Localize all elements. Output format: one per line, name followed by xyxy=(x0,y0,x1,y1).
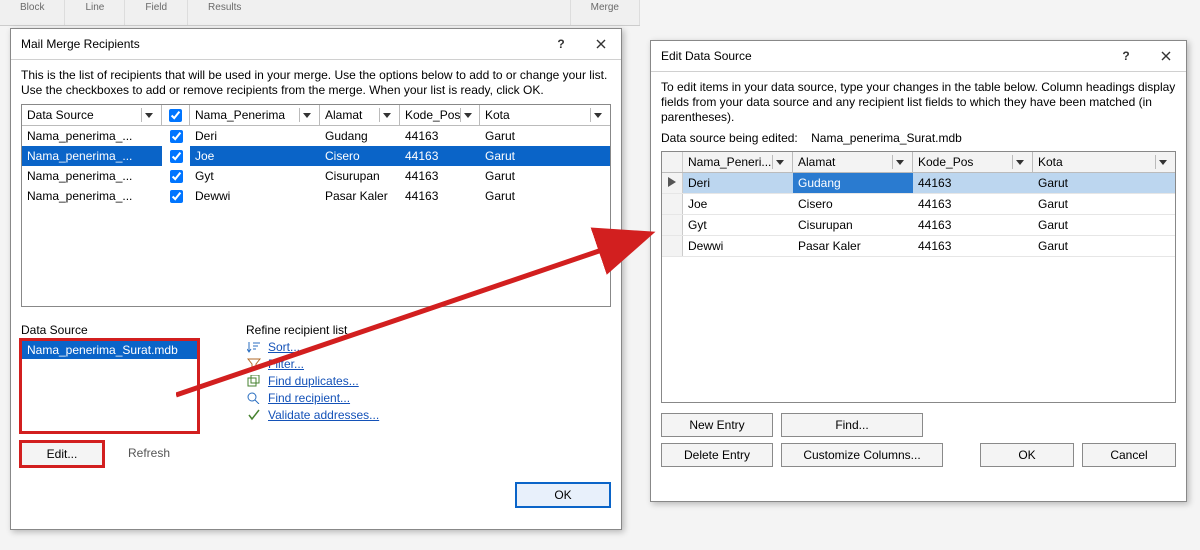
find-icon xyxy=(246,391,262,405)
chevron-down-icon[interactable] xyxy=(1012,155,1027,169)
chevron-down-icon[interactable] xyxy=(772,155,787,169)
table-row[interactable]: JoeCisero44163Garut xyxy=(662,194,1175,215)
delete-entry-button[interactable]: Delete Entry xyxy=(661,443,773,467)
col-kota[interactable]: Kota xyxy=(480,105,610,125)
chevron-down-icon[interactable] xyxy=(299,108,314,122)
find-button[interactable]: Find... xyxy=(781,413,923,437)
duplicates-icon xyxy=(246,374,262,388)
chevron-down-icon[interactable] xyxy=(590,108,605,122)
data-source-list[interactable]: Nama_penerima_Surat.mdb xyxy=(21,340,198,432)
table-row[interactable]: DewwiPasar Kaler44163Garut xyxy=(662,236,1175,257)
close-button[interactable] xyxy=(1146,41,1186,71)
data-source-edited-label: Data source being edited: xyxy=(661,131,798,145)
data-source-item[interactable]: Nama_penerima_Surat.mdb xyxy=(22,341,197,359)
col-alamat[interactable]: Alamat xyxy=(320,105,400,125)
new-entry-button[interactable]: New Entry xyxy=(661,413,773,437)
ribbon-stub: Block Line Field Results Merge xyxy=(0,0,640,26)
dialog-title: Mail Merge Recipients xyxy=(11,37,541,51)
help-button[interactable]: ? xyxy=(541,29,581,59)
row-checkbox[interactable] xyxy=(170,150,183,163)
sort-icon xyxy=(246,340,262,354)
sort-link[interactable]: Sort... xyxy=(268,340,300,354)
table-row[interactable]: Nama_penerima_...JoeCisero44163Garut xyxy=(22,146,610,166)
col-alamat[interactable]: Alamat xyxy=(793,152,913,172)
dialog-title: Edit Data Source xyxy=(651,49,1106,63)
edit-button[interactable]: Edit... xyxy=(21,442,103,466)
row-checkbox[interactable] xyxy=(170,190,183,203)
help-button[interactable]: ? xyxy=(1106,41,1146,71)
chevron-down-icon[interactable] xyxy=(892,155,907,169)
validate-addresses-link[interactable]: Validate addresses... xyxy=(268,408,379,422)
titlebar: Mail Merge Recipients ? xyxy=(11,29,621,60)
chevron-down-icon[interactable] xyxy=(460,108,474,122)
col-kode-pos[interactable]: Kode_Pos xyxy=(400,105,480,125)
row-selector[interactable] xyxy=(662,173,683,193)
header-checkbox[interactable] xyxy=(169,109,182,122)
col-nama-penerima[interactable]: Nama_Penerima xyxy=(190,105,320,125)
table-row[interactable]: Nama_penerima_...DewwiPasar Kaler44163Ga… xyxy=(22,186,610,206)
chevron-down-icon[interactable] xyxy=(1155,155,1170,169)
data-source-label: Data Source xyxy=(21,323,216,337)
validate-icon xyxy=(246,408,262,422)
table-row[interactable]: DeriGudang44163Garut xyxy=(662,173,1175,194)
ok-button[interactable]: OK xyxy=(515,482,611,508)
row-checkbox[interactable] xyxy=(170,170,183,183)
row-selector[interactable] xyxy=(662,236,683,256)
row-checkbox[interactable] xyxy=(170,130,183,143)
refresh-button[interactable]: Refresh xyxy=(109,442,189,464)
ok-button[interactable]: OK xyxy=(980,443,1074,467)
col-kota[interactable]: Kota xyxy=(1033,152,1175,172)
close-button[interactable] xyxy=(581,29,621,59)
recipients-grid[interactable]: Data Source Nama_Penerima Alamat Kode_Po… xyxy=(21,104,611,307)
find-recipient-link[interactable]: Find recipient... xyxy=(268,391,350,405)
col-kode-pos[interactable]: Kode_Pos xyxy=(913,152,1033,172)
filter-icon xyxy=(246,357,262,371)
table-row[interactable]: GytCisurupan44163Garut xyxy=(662,215,1175,236)
cancel-button[interactable]: Cancel xyxy=(1082,443,1176,467)
table-row[interactable]: Nama_penerima_...GytCisurupan44163Garut xyxy=(22,166,610,186)
customize-columns-button[interactable]: Customize Columns... xyxy=(781,443,943,467)
edit-data-source-dialog: Edit Data Source ? To edit items in your… xyxy=(650,40,1187,502)
row-selector-header xyxy=(662,152,683,172)
col-nama-penerima[interactable]: Nama_Peneri... xyxy=(683,152,793,172)
row-selector[interactable] xyxy=(662,215,683,235)
active-row-icon xyxy=(668,176,676,190)
row-selector[interactable] xyxy=(662,194,683,214)
dialog-instructions: This is the list of recipients that will… xyxy=(21,68,611,98)
edit-grid[interactable]: Nama_Peneri... Alamat Kode_Pos Kota Deri… xyxy=(661,151,1176,403)
chevron-down-icon[interactable] xyxy=(379,108,394,122)
dialog-instructions: To edit items in your data source, type … xyxy=(661,80,1176,125)
col-checkbox[interactable] xyxy=(162,105,190,125)
table-row[interactable]: Nama_penerima_...DeriGudang44163Garut xyxy=(22,126,610,146)
titlebar: Edit Data Source ? xyxy=(651,41,1186,72)
data-source-edited-name: Nama_penerima_Surat.mdb xyxy=(811,131,962,145)
mail-merge-recipients-dialog: Mail Merge Recipients ? This is the list… xyxy=(10,28,622,530)
col-data-source[interactable]: Data Source xyxy=(22,105,162,125)
refine-list-label: Refine recipient list xyxy=(246,323,611,337)
chevron-down-icon[interactable] xyxy=(141,108,156,122)
find-duplicates-link[interactable]: Find duplicates... xyxy=(268,374,359,388)
filter-link[interactable]: Filter... xyxy=(268,357,304,371)
